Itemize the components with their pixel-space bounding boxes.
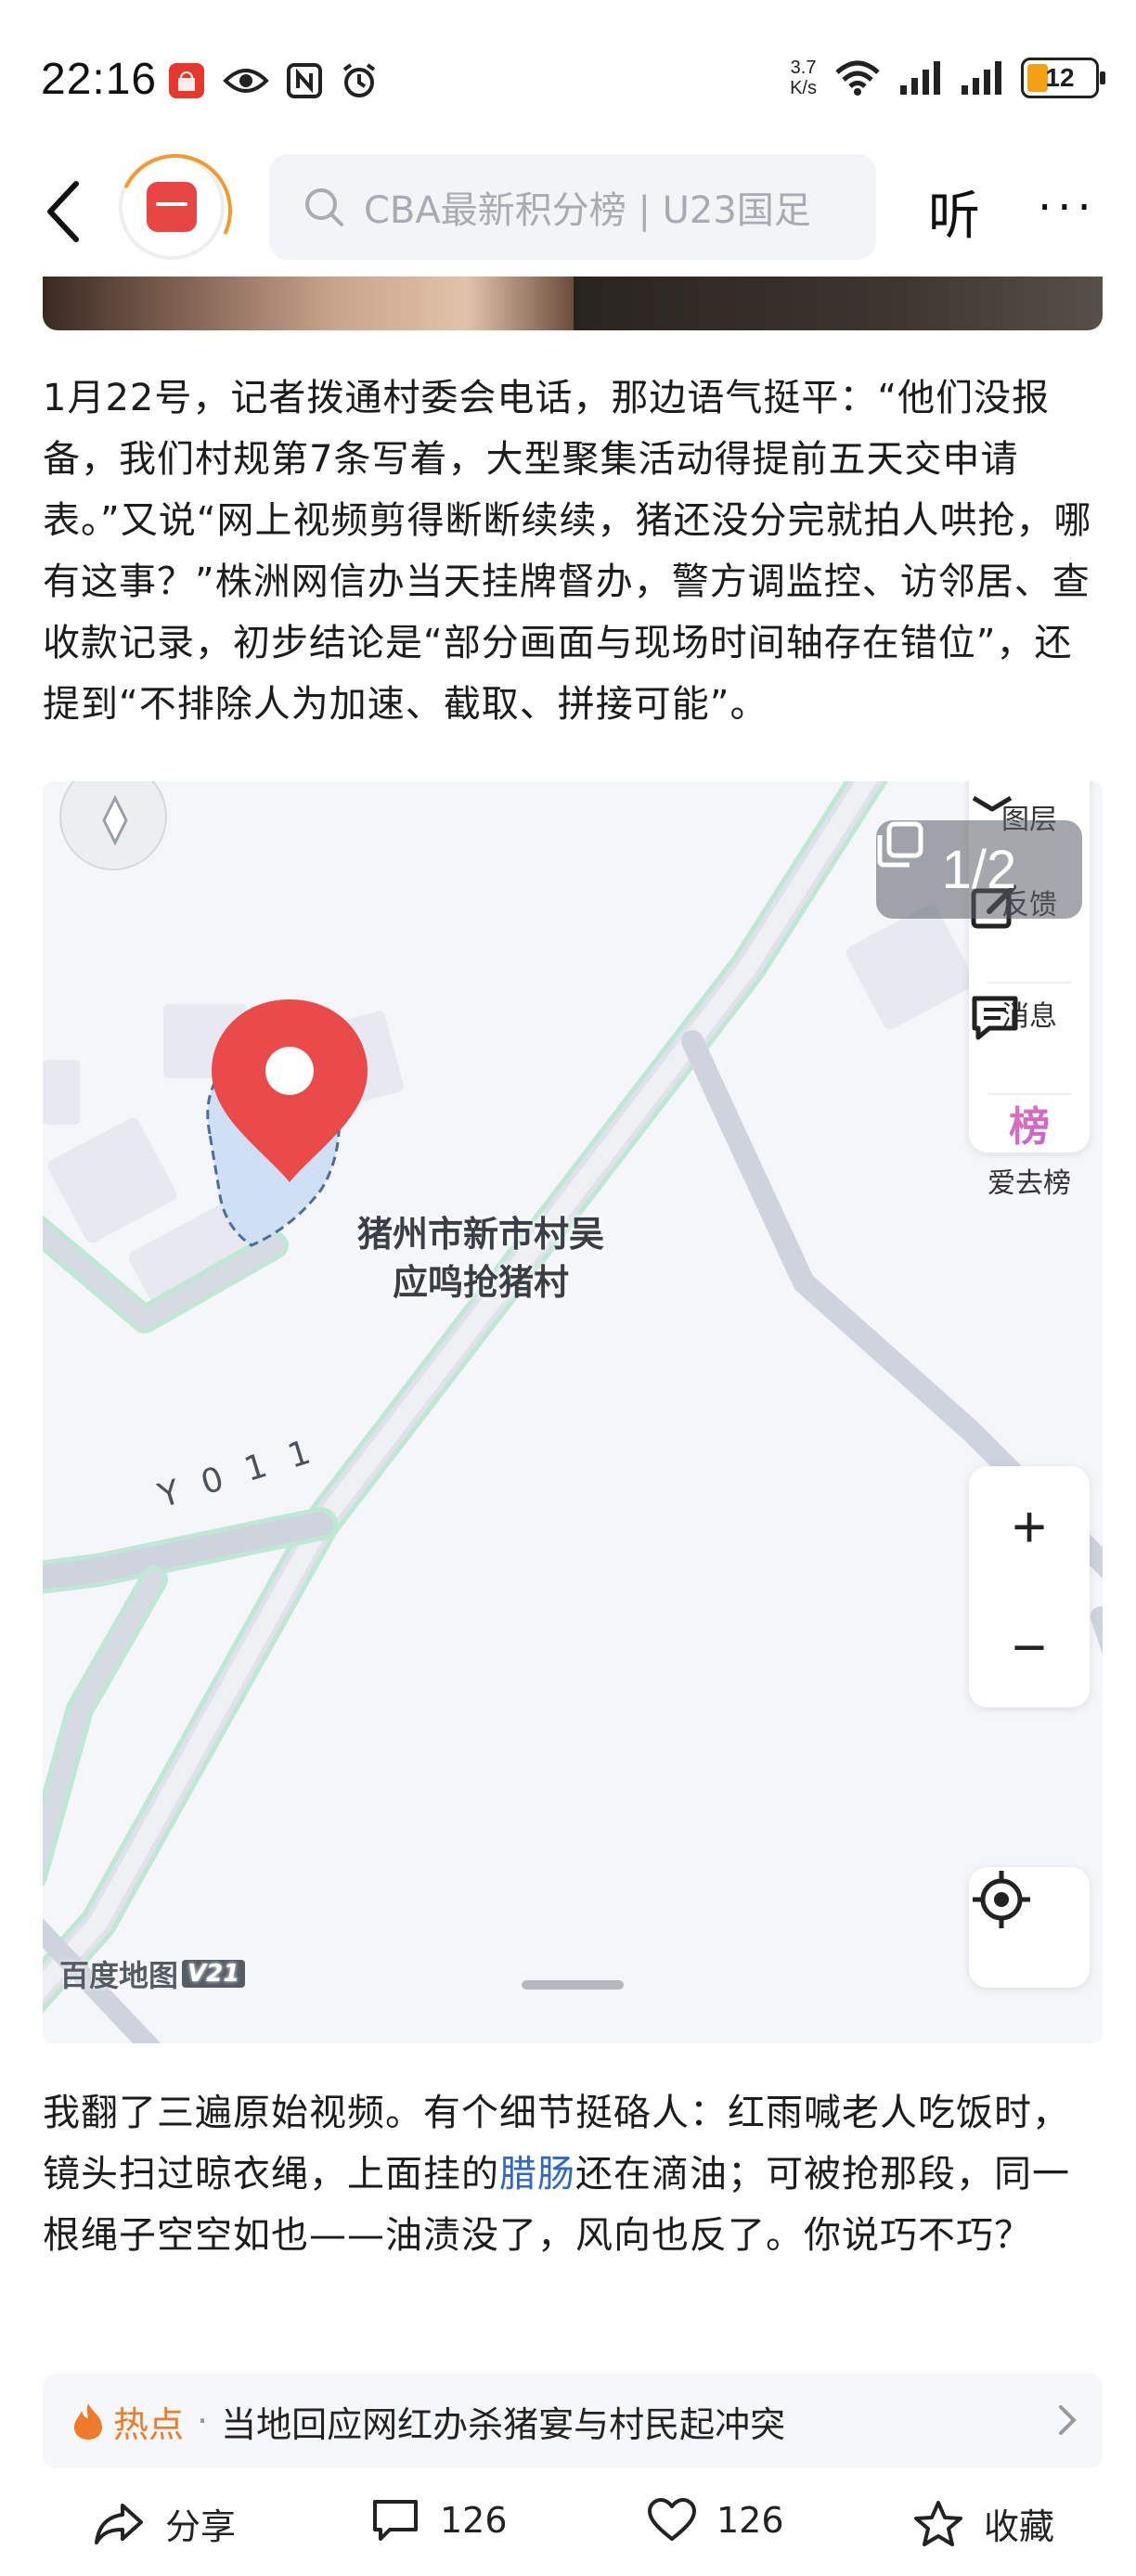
article-paragraph: 1月22号，记者拨通村委会电话，那边语气挺平：“他们没报备，我们村规第7条写着，… [43,377,1092,726]
bottom-action-bar: 分享 126 126 收藏 [0,2483,1136,2576]
status-left-icons [167,61,379,100]
nfc-icon [287,63,322,98]
drag-handle[interactable] [522,1980,624,1990]
image-page-indicator: 1/2 [876,820,1082,919]
zoom-in-button[interactable]: + [969,1466,1090,1587]
search-placeholder: CBA最新积分榜 | U23国足 [364,189,811,232]
divider [988,1093,1071,1095]
search-icon [305,188,343,226]
favorite-button[interactable]: 收藏 [913,2498,1054,2549]
compass-icon[interactable] [59,781,167,870]
signal-icon [900,61,940,95]
comment-count: 126 [440,2500,508,2541]
listen-button[interactable]: 听 [928,174,980,250]
map-canvas [43,781,1103,2043]
heart-icon [648,2498,696,2541]
share-label: 分享 [165,2506,237,2547]
map-logo-text: 百度地图 [59,1958,179,1993]
status-time: 22:16 [41,55,158,104]
divider [988,982,1071,984]
ranking-icon: 榜 [969,1102,1090,1153]
page-indicator-text: 1/2 [941,839,1017,900]
favorite-label: 收藏 [984,2506,1055,2547]
image-right [574,277,1103,330]
signal-icon [962,61,1001,95]
message-icon [972,996,1018,1040]
map-messages-button[interactable]: 消息 [969,993,1090,1040]
comment-button[interactable]: 126 [371,2498,508,2543]
map-view[interactable]: 猪州市新市村吴应鸣抢猪村 Y011 图层 反馈 消息 榜 爱去榜 1/2 + − [43,781,1103,2043]
share-icon [95,2503,143,2544]
hot-topic-text: 当地回应网红办杀猪宴与村民起冲突 [221,2403,786,2445]
fire-icon [74,2403,102,2440]
map-place-label: 猪州市新市村吴应鸣抢猪村 [356,1214,604,1303]
app-logo-icon [147,182,197,232]
net-speed-value: 3.7 [790,58,817,78]
hot-label: 热点 [113,2403,185,2445]
locate-icon [973,1871,1030,1928]
article-image-cropped[interactable] [43,277,1103,330]
chevron-left-icon [47,181,79,242]
map-logo-version: V21 [182,1960,246,1988]
eye-icon [223,69,269,93]
more-button[interactable]: ··· [1038,182,1097,234]
hot-topic-bar[interactable]: 热点 · 当地回应网红办杀猪宴与村民起冲突 [43,2374,1103,2468]
zoom-out-button[interactable]: − [969,1587,1090,1707]
layers-icon [972,796,1013,812]
net-speed-unit: K/s [790,78,817,98]
baidu-map-logo: 百度地图 V21 [59,1952,246,1995]
wifi-icon [835,60,880,96]
chevron-right-icon [1059,2405,1077,2435]
back-button[interactable] [37,174,93,249]
search-input[interactable]: CBA最新积分榜 | U23国足 [269,154,876,260]
locate-button[interactable] [969,1867,1090,1988]
huawei-app-icon [169,63,204,98]
network-speed: 3.7 K/s [790,58,817,98]
status-bar: 22:16 3.7 K/s 12 [0,0,1136,139]
share-button[interactable]: 分享 [93,2498,236,2549]
gallery-icon [877,821,923,868]
image-left [43,277,574,330]
article-paragraph: 我翻了三遍原始视频。有个细节挺硌人：红雨喊老人吃饭时，镜头扫过晾衣绳，上面挂的腊… [43,2082,1103,2266]
app-logo[interactable] [119,154,225,260]
alarm-icon [342,63,376,97]
map-ranking-label: 爱去榜 [988,1167,1071,1200]
status-right: 3.7 K/s 12 [790,58,1105,98]
like-button[interactable]: 126 [648,2498,784,2543]
battery-icon: 12 [1021,58,1105,98]
hot-separator: · [197,2401,209,2441]
inline-link[interactable]: 腊肠 [499,2153,575,2196]
like-count: 126 [716,2500,784,2541]
star-icon [914,2500,962,2546]
battery-level: 12 [1045,63,1075,92]
map-zoom-panel: + − [969,1466,1090,1707]
map-ranking-button[interactable]: 榜 爱去榜 [969,1102,1090,1201]
comment-icon [373,2500,418,2541]
